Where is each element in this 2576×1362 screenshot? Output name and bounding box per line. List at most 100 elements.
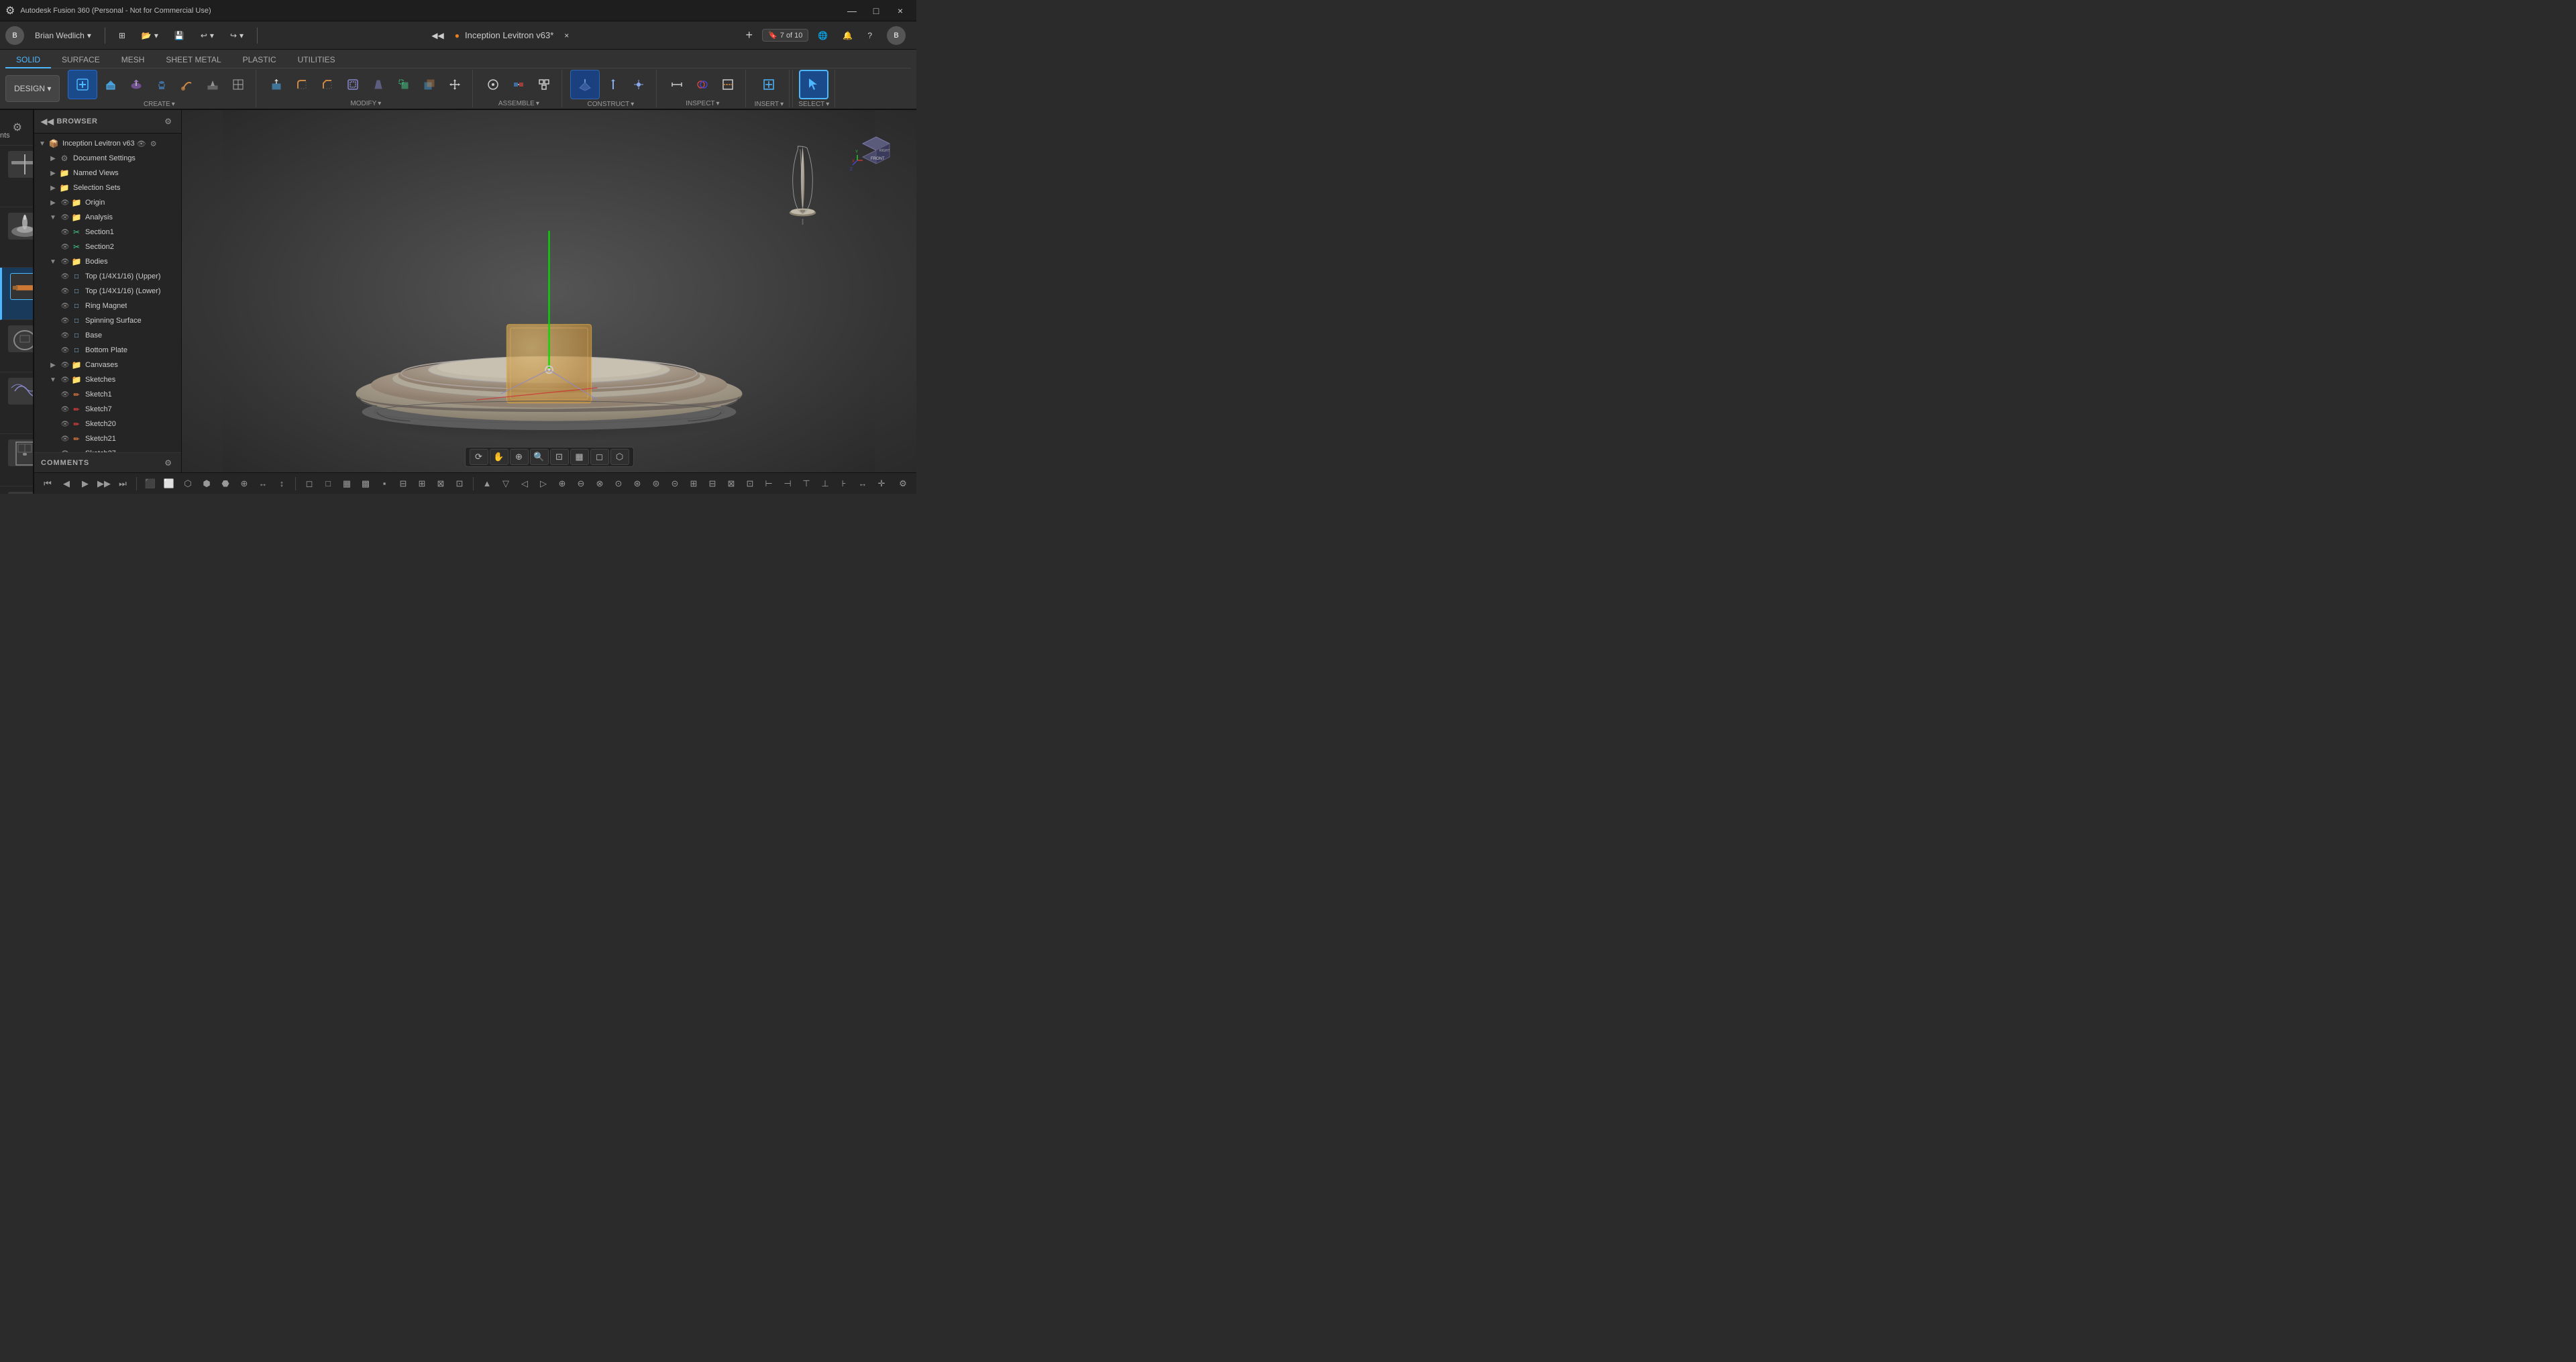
tree-sketch7[interactable]: 👁 ✏ Sketch7 [34,402,181,417]
bt-select-3[interactable]: ▦ [339,476,355,492]
section-analysis-tool[interactable] [716,72,740,97]
eye-sketch1[interactable]: 👁 [60,389,70,400]
bt-view-3[interactable]: ⊠ [433,476,449,492]
redo-button[interactable]: ↪ ▾ [225,26,249,45]
tree-bodies[interactable]: ▼ 👁 📁 Bodies [34,254,181,269]
open-button[interactable]: 📂 ▾ [136,26,164,45]
viewport[interactable]: FRONT RIGHT X Y Z [182,110,916,472]
eye-origin[interactable]: 👁 [60,197,70,208]
tree-named-views[interactable]: ▶ 📁 Named Views [34,166,181,180]
bt-box-2[interactable]: ⬜ [161,476,177,492]
tree-sketch21[interactable]: 👁 ✏ Sketch21 [34,431,181,446]
bt-t12[interactable]: ⊞ [686,476,702,492]
eye-canvases[interactable]: 👁 [60,360,70,370]
bt-move-2[interactable]: ↕ [274,476,290,492]
move-tool[interactable] [443,72,467,97]
chamfer-tool[interactable] [315,72,339,97]
undo-button[interactable]: ↩ ▾ [195,26,219,45]
tree-analysis[interactable]: ▼ 👁 📁 Analysis [34,210,181,225]
vp-zoom-in-button[interactable]: ⊕ [510,449,529,465]
press-pull-tool[interactable] [264,72,288,97]
bt-prev[interactable]: ◀ [58,476,74,492]
new-component-tool[interactable] [68,70,97,99]
help-button[interactable]: ? [862,26,877,45]
tree-sketch27[interactable]: 👁 ✏ Sketch27 [34,446,181,452]
doc-item-1[interactable]: ● Inception Levitron 5:23:42 PM ✏ Editab… [0,207,33,268]
browser-settings-button[interactable]: ⚙ [162,114,174,129]
vp-pan-button[interactable]: ✋ [490,449,508,465]
shell-tool[interactable] [341,72,365,97]
scale-tool[interactable] [392,72,416,97]
vp-display-button[interactable]: ◻ [590,449,609,465]
tree-sketch1[interactable]: 👁 ✏ Sketch1 [34,387,181,402]
tree-root[interactable]: ▼ 📦 Inception Levitron v63 👁 ⚙ [34,136,181,151]
bt-t1[interactable]: ▲ [479,476,495,492]
tab-solid[interactable]: SOLID [5,52,51,68]
tab-sheet-metal[interactable]: SHEET METAL [155,52,231,68]
construct-axis-tool[interactable] [601,72,625,97]
eye-bodies[interactable]: 👁 [60,256,70,267]
bt-t14[interactable]: ⊠ [723,476,739,492]
insert-main-tool[interactable] [754,70,784,99]
bt-t22[interactable]: ✛ [873,476,890,492]
vp-orbit-button[interactable]: ⟳ [470,449,488,465]
extrude-tool[interactable] [99,72,123,97]
bt-first[interactable]: ⏮ [40,476,56,492]
tree-sketches[interactable]: ▼ 👁 📁 Sketches [34,372,181,387]
vp-zoom-button[interactable]: 🔍 [530,449,549,465]
construct-plane-tool[interactable] [570,70,600,99]
bt-t11[interactable]: ⊝ [667,476,683,492]
tree-doc-settings[interactable]: ▶ ⚙ Document Settings [34,151,181,166]
bt-t21[interactable]: ↔ [855,476,871,492]
document-close-button[interactable]: × [559,26,574,45]
bt-select-2[interactable]: □ [320,476,336,492]
comments-settings-button[interactable]: ⚙ [162,456,174,470]
grid-view-button[interactable]: ⊞ [113,26,131,45]
bt-t2[interactable]: ▽ [498,476,514,492]
bt-t19[interactable]: ⊥ [817,476,833,492]
left-panel-settings-button[interactable]: ⚙ [10,118,25,137]
rigid-group-tool[interactable] [532,72,556,97]
tree-base[interactable]: 👁 □ Base [34,328,181,343]
eye-body-upper[interactable]: 👁 [60,271,70,282]
interference-tool[interactable] [690,72,714,97]
bt-view-2[interactable]: ⊞ [414,476,430,492]
bt-view-4[interactable]: ⊡ [451,476,468,492]
bt-t7[interactable]: ⊗ [592,476,608,492]
joint-tool[interactable] [481,72,505,97]
measure-tool[interactable] [665,72,689,97]
bt-settings[interactable]: ⚙ [895,476,911,492]
bt-last[interactable]: ⏭ [115,476,131,492]
eye-analysis[interactable]: 👁 [60,212,70,223]
vp-visual-button[interactable]: ⬡ [610,449,629,465]
eye-base[interactable]: 👁 [60,330,70,341]
gear-root[interactable]: ⚙ [148,138,159,149]
construct-point-tool[interactable] [627,72,651,97]
eye-root[interactable]: 👁 [136,138,147,149]
notifications-button[interactable]: 🔔 [837,26,858,45]
eye-ring-magnet[interactable]: 👁 [60,301,70,311]
tab-mesh[interactable]: MESH [111,52,156,68]
bt-t20[interactable]: ⊦ [836,476,852,492]
bt-t10[interactable]: ⊜ [648,476,664,492]
bt-t6[interactable]: ⊖ [573,476,589,492]
save-button[interactable]: 💾 [169,26,190,45]
tree-body-upper[interactable]: 👁 □ Top (1/4X1/16) (Upper) [34,269,181,284]
bt-t9[interactable]: ⊛ [629,476,645,492]
tab-surface[interactable]: SURFACE [51,52,111,68]
bt-t4[interactable]: ▷ [535,476,551,492]
sweep-tool[interactable] [175,72,199,97]
tree-sketch20[interactable]: 👁 ✏ Sketch20 [34,417,181,431]
bt-box-1[interactable]: ⬛ [142,476,158,492]
loft-tool[interactable] [150,72,174,97]
nav-cube[interactable]: FRONT RIGHT X Y Z [849,123,903,177]
vp-fit-button[interactable]: ⊡ [550,449,569,465]
minimize-button[interactable]: — [841,1,863,20]
select-tool[interactable] [799,70,828,99]
eye-section1[interactable]: 👁 [60,227,70,238]
browser-collapse-button[interactable]: ◀◀ [426,26,449,45]
eye-sketch20[interactable]: 👁 [60,419,70,429]
doc-item-6[interactable]: ● Sci Fi Pistol 12/16/22 ✏ Editable ▾ V4… [0,486,33,494]
eye-section2[interactable]: 👁 [60,242,70,252]
eye-bottom-plate[interactable]: 👁 [60,345,70,356]
